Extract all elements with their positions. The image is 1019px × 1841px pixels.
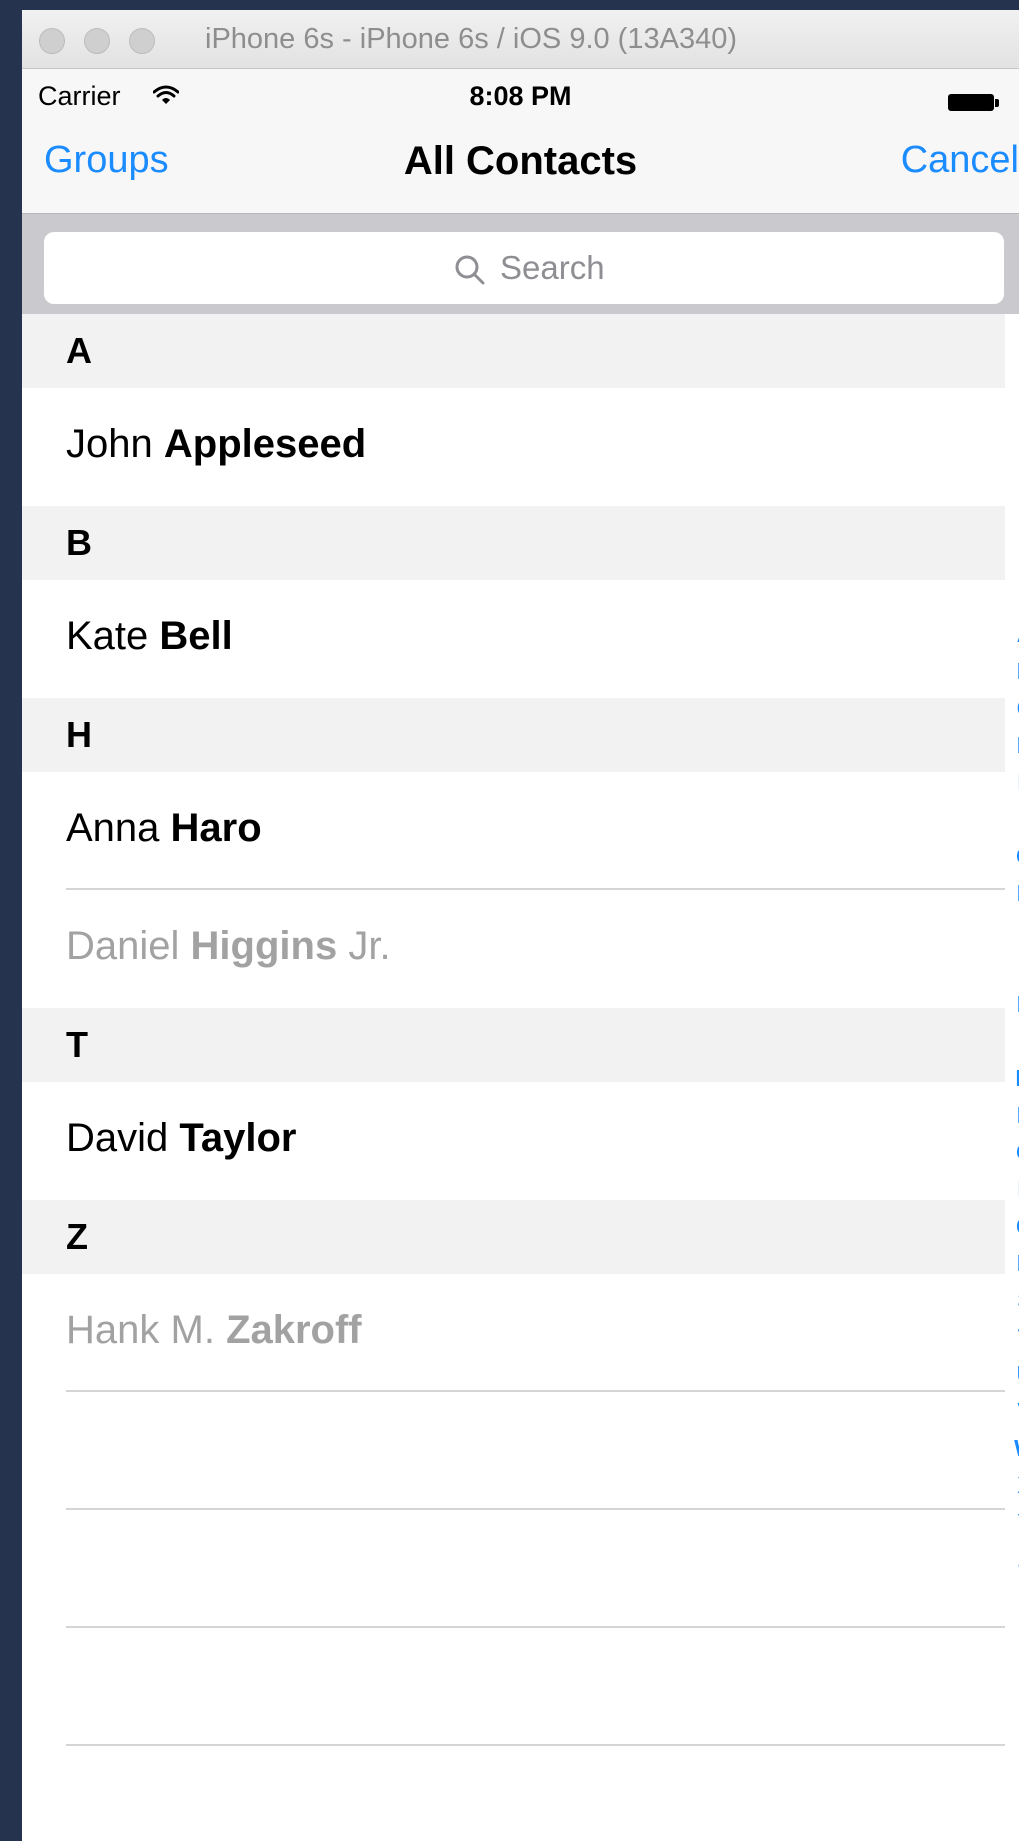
index-letter-q[interactable]: Q xyxy=(1005,1208,1019,1245)
status-bar: Carrier 8:08 PM xyxy=(22,69,1019,117)
contact-row-kate-bell[interactable]: Kate Bell xyxy=(22,580,1005,698)
contact-last-name: Taylor xyxy=(179,1116,297,1160)
section-letter: Z xyxy=(66,1216,88,1257)
search-input[interactable] xyxy=(500,246,920,290)
section-header-z: Z xyxy=(22,1200,1005,1274)
section-letter: T xyxy=(66,1024,88,1065)
simulator-window: iPhone 6s - iPhone 6s / iOS 9.0 (13A340)… xyxy=(22,10,1019,1841)
contact-name: John Appleseed xyxy=(66,422,366,467)
contact-row-daniel-higgins[interactable]: Daniel Higgins Jr. xyxy=(22,890,1005,1008)
index-letter-w[interactable]: W xyxy=(1005,1430,1019,1467)
contact-row-anna-haro[interactable]: Anna Haro xyxy=(22,772,1005,890)
contact-name: Kate Bell xyxy=(66,614,233,659)
contact-name: Anna Haro xyxy=(66,806,262,851)
index-letter-x[interactable]: X xyxy=(1005,1467,1019,1504)
index-letter-h[interactable]: H xyxy=(1005,875,1019,912)
navigation-bar: Groups All Contacts Cancel xyxy=(22,117,1019,214)
window-title: iPhone 6s - iPhone 6s / iOS 9.0 (13A340) xyxy=(205,23,737,55)
row-separator xyxy=(66,1744,1005,1746)
search-icon xyxy=(455,255,485,285)
index-letter-m[interactable]: M xyxy=(1005,1060,1019,1097)
empty-row xyxy=(22,1392,1005,1510)
index-letter-k[interactable]: K xyxy=(1005,986,1019,1023)
index-letter-o[interactable]: O xyxy=(1005,1134,1019,1171)
index-letter-c[interactable]: C xyxy=(1005,690,1019,727)
contact-row-john-appleseed[interactable]: John Appleseed xyxy=(22,388,1005,506)
groups-button[interactable]: Groups xyxy=(44,139,169,182)
contact-row-david-taylor[interactable]: David Taylor xyxy=(22,1082,1005,1200)
index-letter-hash[interactable]: # xyxy=(1005,1578,1019,1615)
section-header-b: B xyxy=(22,506,1005,580)
contact-suffix: Jr. xyxy=(348,924,391,968)
page-title: All Contacts xyxy=(403,139,638,183)
contact-last-name: Higgins xyxy=(190,924,338,968)
zoom-window-button[interactable] xyxy=(129,28,155,54)
status-time: 8:08 PM xyxy=(469,81,572,111)
contact-last-name: Haro xyxy=(170,806,262,850)
contact-name: Daniel Higgins Jr. xyxy=(66,924,391,969)
contact-last-name: Appleseed xyxy=(163,422,367,466)
contact-first-name: Hank M. xyxy=(66,1308,215,1352)
cancel-button[interactable]: Cancel xyxy=(901,139,1019,182)
index-letter-b[interactable]: B xyxy=(1005,653,1019,690)
index-letter-v[interactable]: V xyxy=(1005,1393,1019,1430)
section-index[interactable]: ABCDEFGHIJKLMNOPQRSTUVWXYZ# xyxy=(1005,616,1019,1615)
contact-name: David Taylor xyxy=(66,1116,296,1161)
contacts-list[interactable]: A John Appleseed B Kate Bell H Anna Haro… xyxy=(22,314,1005,1841)
contact-first-name: David xyxy=(66,1116,169,1160)
index-letter-e[interactable]: E xyxy=(1005,764,1019,801)
index-letter-y[interactable]: Y xyxy=(1005,1504,1019,1541)
index-letter-u[interactable]: U xyxy=(1005,1356,1019,1393)
index-letter-j[interactable]: J xyxy=(1005,949,1019,986)
index-letter-t[interactable]: T xyxy=(1005,1319,1019,1356)
index-letter-r[interactable]: R xyxy=(1005,1245,1019,1282)
index-letter-s[interactable]: S xyxy=(1005,1282,1019,1319)
battery-icon xyxy=(948,94,994,111)
search-field[interactable] xyxy=(44,232,1004,304)
section-header-h: H xyxy=(22,698,1005,772)
contact-first-name: Anna xyxy=(66,806,160,850)
search-bar xyxy=(22,214,1019,314)
section-letter: B xyxy=(66,522,92,563)
contact-first-name: Daniel xyxy=(66,924,180,968)
index-letter-i[interactable]: I xyxy=(1005,912,1019,949)
contact-name: Hank M. Zakroff xyxy=(66,1308,362,1353)
contact-first-name: Kate xyxy=(66,614,149,658)
empty-row xyxy=(22,1628,1005,1746)
close-window-button[interactable] xyxy=(39,28,65,54)
section-letter: H xyxy=(66,714,92,755)
window-titlebar: iPhone 6s - iPhone 6s / iOS 9.0 (13A340) xyxy=(22,10,1019,69)
contact-last-name: Bell xyxy=(159,614,233,658)
contact-first-name: John xyxy=(66,422,153,466)
index-letter-z[interactable]: Z xyxy=(1005,1541,1019,1578)
contact-row-hank-zakroff[interactable]: Hank M. Zakroff xyxy=(22,1274,1005,1392)
empty-row xyxy=(22,1510,1005,1628)
index-letter-a[interactable]: A xyxy=(1005,616,1019,653)
battery-tip xyxy=(995,99,999,107)
section-header-t: T xyxy=(22,1008,1005,1082)
index-letter-l[interactable]: L xyxy=(1005,1023,1019,1060)
index-letter-d[interactable]: D xyxy=(1005,727,1019,764)
minimize-window-button[interactable] xyxy=(84,28,110,54)
index-letter-n[interactable]: N xyxy=(1005,1097,1019,1134)
index-letter-g[interactable]: G xyxy=(1005,838,1019,875)
contact-last-name: Zakroff xyxy=(226,1308,362,1352)
section-header-a: A xyxy=(22,314,1005,388)
index-letter-f[interactable]: F xyxy=(1005,801,1019,838)
section-letter: A xyxy=(66,330,92,371)
index-letter-p[interactable]: P xyxy=(1005,1171,1019,1208)
